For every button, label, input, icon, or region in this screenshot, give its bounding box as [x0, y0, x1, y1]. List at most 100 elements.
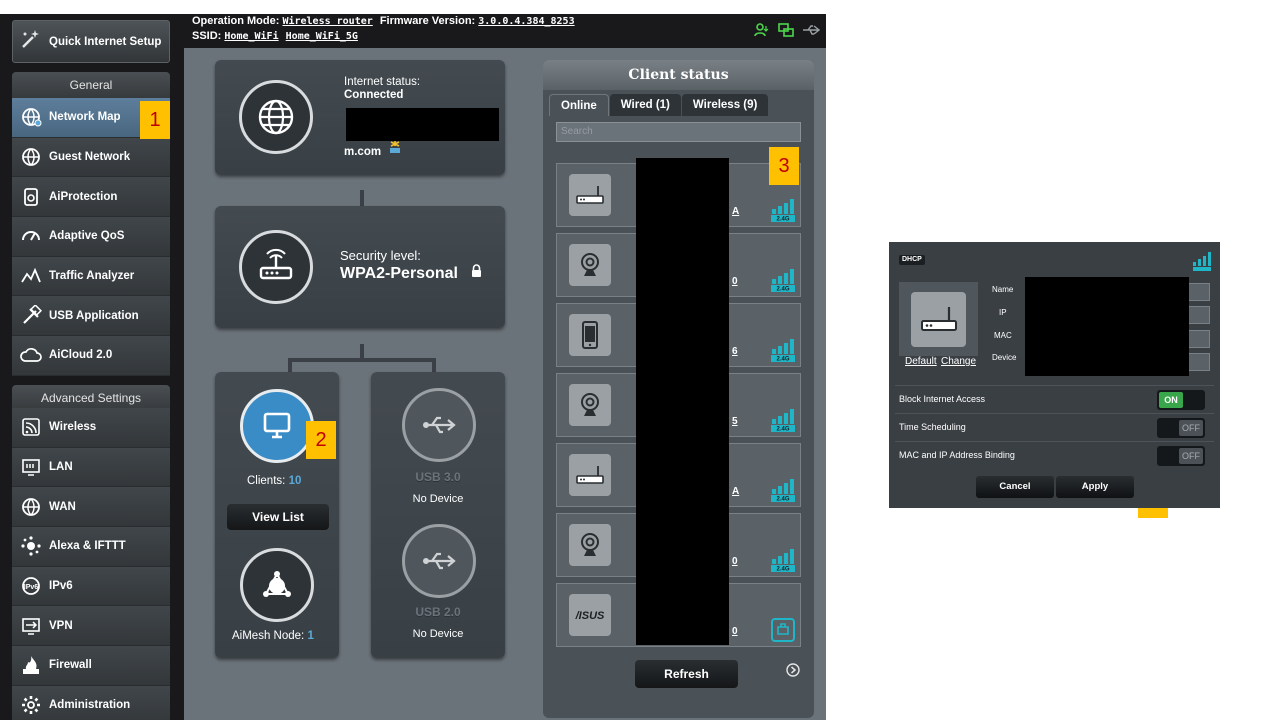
sidebar-item-alexa-ifttt[interactable]: Alexa & IFTTT: [12, 527, 170, 567]
time-scheduling-row: Time Scheduling OFF: [895, 413, 1214, 441]
client-search-input[interactable]: Search: [556, 122, 801, 142]
usb3-status: No Device: [412, 493, 464, 505]
tab-online[interactable]: Online: [549, 94, 609, 116]
client-detail-text: 0: [732, 276, 738, 287]
redacted-block: [346, 108, 499, 141]
network-status-icon[interactable]: [778, 22, 794, 41]
phone-icon[interactable]: [569, 314, 611, 356]
sidebar-item-firewall[interactable]: Firewall: [12, 646, 170, 686]
sidebar-item-vpn[interactable]: VPN: [12, 606, 170, 647]
device-field[interactable]: [1187, 353, 1210, 371]
sidebar-item-ipv6[interactable]: IPv6 IPv6: [12, 566, 170, 607]
usb2-label: USB 2.0: [415, 605, 461, 619]
block-internet-toggle[interactable]: ON: [1157, 390, 1205, 410]
usb-app-icon: [12, 304, 49, 327]
webcam-icon[interactable]: [569, 524, 611, 566]
wifi-signal-icon: 2.4G: [770, 408, 796, 433]
asus-icon[interactable]: /ISUS: [569, 594, 611, 636]
sidebar-item-administration[interactable]: Administration: [12, 685, 170, 720]
default-icon-link[interactable]: Default: [905, 356, 937, 367]
router-device-icon[interactable]: [569, 174, 611, 216]
wifi-signal-icon: [1192, 251, 1212, 276]
client-status-title: Client status: [543, 60, 814, 90]
sidebar-item-label: VPN: [49, 619, 73, 632]
redacted-block: [1025, 277, 1189, 376]
sidebar-item-traffic-analyzer[interactable]: Traffic Analyzer: [12, 256, 170, 297]
sidebar-item-label: AiProtection: [49, 190, 118, 203]
view-list-button[interactable]: View List: [227, 504, 329, 530]
router-device-icon: [911, 291, 966, 347]
wifi-signal-icon: 2.4G: [770, 478, 796, 503]
router-device-icon[interactable]: [569, 454, 611, 496]
user-icon[interactable]: [754, 22, 770, 41]
redacted-block: [636, 158, 729, 645]
tab-wireless[interactable]: Wireless (9): [681, 94, 769, 116]
refresh-button[interactable]: Refresh: [635, 660, 738, 688]
globe-icon[interactable]: [239, 80, 313, 154]
general-section-title: General: [12, 72, 170, 98]
gear-icon: [12, 694, 49, 716]
usb-status-icon[interactable]: [802, 22, 821, 41]
mac-field-label: MAC: [994, 331, 1012, 340]
name-field[interactable]: [1187, 283, 1210, 301]
mac-ip-binding-toggle[interactable]: OFF: [1157, 446, 1205, 466]
webcam-icon[interactable]: [569, 244, 611, 286]
client-status-tabs: Online Wired (1) Wireless (9): [549, 94, 769, 116]
svg-text:/ISUS: /ISUS: [575, 610, 605, 622]
clients-monitor-icon[interactable]: [240, 389, 314, 463]
operation-mode-link[interactable]: Wireless router: [282, 16, 372, 27]
sidebar-item-adaptive-qos[interactable]: Adaptive QoS: [12, 217, 170, 257]
router-security-card[interactable]: Security level: WPA2-Personal: [215, 206, 505, 328]
firmware-version-link[interactable]: 3.0.0.4.384_8253: [478, 16, 574, 27]
block-internet-row: Block Internet Access ON: [895, 385, 1214, 413]
wifi-signal-icon: 2.4G: [770, 548, 796, 573]
vpn-icon: [12, 615, 49, 637]
usb2-icon[interactable]: [402, 524, 476, 598]
cancel-button[interactable]: Cancel: [976, 476, 1054, 498]
lan-icon: [12, 456, 49, 478]
sidebar-item-label: Traffic Analyzer: [49, 270, 135, 283]
sidebar-item-label: WAN: [49, 500, 76, 513]
sidebar-item-aiprotection[interactable]: AiProtection: [12, 177, 170, 218]
sidebar-item-label: IPv6: [49, 580, 73, 593]
security-level-value: WPA2-Personal: [340, 265, 458, 282]
webcam-icon[interactable]: [569, 384, 611, 426]
client-detail-text: A: [732, 486, 740, 497]
quick-internet-setup-button[interactable]: Quick Internet Setup: [12, 20, 170, 63]
clients-label: Clients:: [247, 475, 286, 487]
client-detail-popup: DHCP Default Change Name IP MAC Device B…: [889, 242, 1220, 508]
arrow-right-icon[interactable]: [786, 663, 800, 682]
ssid-link-24g[interactable]: Home_WiFi: [224, 31, 278, 42]
mac-field[interactable]: [1187, 330, 1210, 348]
ip-field[interactable]: [1187, 306, 1210, 324]
advanced-menu: Wireless LAN WAN Alexa & IFTTT IPv6 IPv6 VPN Fi…: [12, 408, 170, 720]
wireless-icon: [12, 416, 49, 438]
aimesh-count[interactable]: 1: [307, 630, 313, 642]
apply-button[interactable]: Apply: [1056, 476, 1134, 498]
connector-line: [288, 358, 434, 362]
sidebar-item-aicloud-2-0[interactable]: AiCloud 2.0: [12, 336, 170, 376]
sidebar-item-wan[interactable]: WAN: [12, 487, 170, 528]
client-device-icon-box: [899, 282, 978, 356]
ddns-icon: [387, 140, 403, 159]
sidebar-item-label: Administration: [49, 699, 131, 712]
sidebar-item-label: Network Map: [49, 111, 121, 124]
router-icon[interactable]: [239, 230, 313, 304]
usb3-icon[interactable]: [402, 388, 476, 462]
clients-count[interactable]: 10: [289, 475, 302, 487]
ssid-link-5g[interactable]: Home_WiFi_5G: [286, 31, 358, 42]
sidebar-item-lan[interactable]: LAN: [12, 447, 170, 488]
usb3-label: USB 3.0: [415, 470, 461, 484]
tab-wired[interactable]: Wired (1): [609, 94, 681, 116]
annotation-badge: 3: [769, 147, 799, 185]
time-scheduling-toggle[interactable]: OFF: [1157, 418, 1205, 438]
sidebar-item-usb-application[interactable]: USB Application: [12, 296, 170, 337]
svg-text:2.4G: 2.4G: [776, 567, 789, 573]
sidebar-item-wireless[interactable]: Wireless: [12, 408, 170, 448]
sidebar-item-guest-network[interactable]: Guest Network: [12, 137, 170, 178]
internet-status-value: Connected: [344, 89, 404, 101]
aimesh-node-icon[interactable]: [240, 548, 314, 622]
time-scheduling-label: Time Scheduling: [899, 422, 966, 432]
change-icon-link[interactable]: Change: [941, 356, 976, 367]
dhcp-badge: DHCP: [899, 255, 925, 265]
